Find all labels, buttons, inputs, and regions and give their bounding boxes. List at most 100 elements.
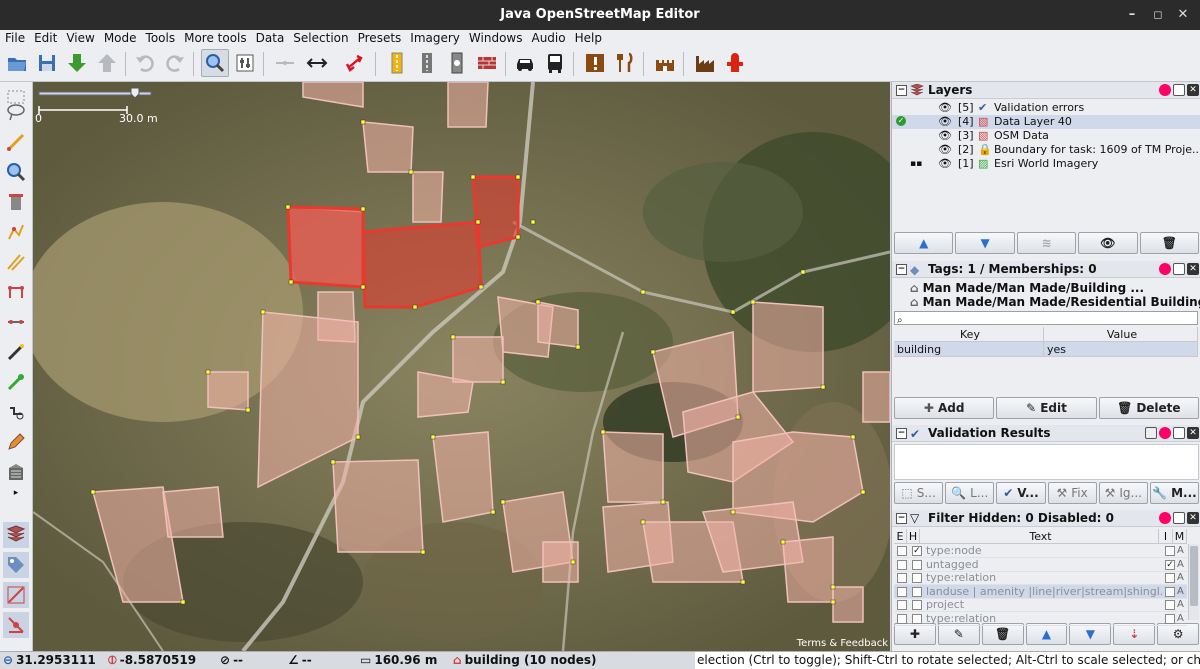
- add-tag-button[interactable]: ✚ Add: [894, 397, 995, 419]
- more-button[interactable]: 🔧 M...: [1149, 482, 1200, 504]
- invert-checkbox[interactable]: [1165, 600, 1176, 611]
- parallel-way-icon[interactable]: [3, 249, 29, 275]
- preset-restaurant-icon[interactable]: [611, 49, 639, 77]
- open-file-icon[interactable]: [3, 49, 31, 77]
- menu-view[interactable]: View: [61, 30, 98, 46]
- tag-search-input[interactable]: ⌕: [894, 311, 1198, 326]
- ignore-button[interactable]: ⚒ Ig...: [1098, 482, 1148, 504]
- preset-street-icon[interactable]: [383, 49, 411, 77]
- menu-more-tools[interactable]: More tools: [179, 30, 251, 46]
- upload-icon[interactable]: [93, 49, 121, 77]
- preset-hazard-icon[interactable]: [581, 49, 609, 77]
- value-column-header[interactable]: Value: [1044, 327, 1198, 342]
- collapse-icon[interactable]: −: [896, 85, 907, 96]
- preset-bus-icon[interactable]: [541, 49, 569, 77]
- save-icon[interactable]: [33, 49, 61, 77]
- building-tool-icon[interactable]: [3, 459, 29, 485]
- panel-help-icon[interactable]: [1159, 84, 1171, 96]
- panel-undock-icon[interactable]: [1173, 263, 1185, 275]
- preset-track-icon[interactable]: [443, 49, 471, 77]
- visibility-eye-icon[interactable]: 👁: [938, 129, 952, 143]
- extrude-mode-icon[interactable]: [3, 279, 29, 305]
- menu-audio[interactable]: Audio: [526, 30, 569, 46]
- preset-link-residential[interactable]: ⌂ Man Made/Man Made/Residential Building …: [892, 295, 1200, 310]
- panel-help-icon[interactable]: [1159, 263, 1171, 275]
- preferences-icon[interactable]: [231, 49, 259, 77]
- panel-close-icon[interactable]: ✕: [1187, 84, 1199, 96]
- tag-value[interactable]: yes: [1044, 342, 1198, 357]
- edit-tag-button[interactable]: ✎ Edit: [996, 397, 1097, 419]
- move-up-button[interactable]: ▲: [894, 232, 954, 254]
- hide-checkbox[interactable]: [911, 614, 922, 624]
- filter-row[interactable]: untagged ✓ A: [894, 558, 1187, 572]
- validation-results-list[interactable]: [894, 444, 1199, 480]
- panel-close-icon[interactable]: ✕: [1187, 512, 1199, 524]
- validation-toggle-icon[interactable]: [3, 582, 29, 608]
- filter-scrollbar[interactable]: [1188, 544, 1199, 620]
- menu-tools[interactable]: Tools: [141, 30, 180, 46]
- filter-row[interactable]: type:relation A: [894, 571, 1187, 586]
- invert-checkbox[interactable]: [1165, 614, 1176, 624]
- enable-checkbox[interactable]: [897, 614, 907, 624]
- mode-value[interactable]: A: [1177, 612, 1187, 625]
- zoom-icon[interactable]: [201, 49, 229, 77]
- menu-windows[interactable]: Windows: [464, 30, 527, 46]
- filter-toggle-icon[interactable]: [3, 612, 29, 638]
- panel-help-icon[interactable]: [1159, 512, 1171, 524]
- col-text-header[interactable]: Text: [920, 529, 1159, 544]
- zoom-mode-icon[interactable]: [3, 159, 29, 185]
- delete-filter-button[interactable]: 🗑: [981, 623, 1024, 645]
- col-h-header[interactable]: H: [907, 529, 920, 544]
- edit-filter-button[interactable]: ✎: [937, 623, 980, 645]
- add-filter-button[interactable]: ✚: [894, 623, 936, 645]
- lookup-button[interactable]: 🔍 L...: [945, 482, 995, 504]
- delete-tag-button[interactable]: 🗑 Delete: [1098, 397, 1199, 419]
- key-column-header[interactable]: Key: [894, 327, 1044, 342]
- enable-checkbox[interactable]: [897, 559, 907, 570]
- invert-checkbox[interactable]: [1165, 573, 1176, 584]
- mode-value[interactable]: A: [1177, 585, 1187, 598]
- panel-help-icon[interactable]: [1159, 427, 1171, 439]
- menu-edit[interactable]: Edit: [29, 30, 61, 46]
- panel-close-icon[interactable]: ✕: [1187, 427, 1199, 439]
- enable-checkbox[interactable]: [897, 600, 907, 611]
- maximize-button[interactable]: ◻: [1148, 5, 1168, 25]
- hide-checkbox[interactable]: ✓: [911, 546, 922, 556]
- filter-row[interactable]: type:relation A: [894, 612, 1187, 626]
- preset-factory-icon[interactable]: [691, 49, 719, 77]
- preset-car-icon[interactable]: [511, 49, 539, 77]
- improve-way-icon[interactable]: [3, 219, 29, 245]
- mode-value[interactable]: A: [1177, 571, 1187, 584]
- layer-row-1[interactable]: ▪▪ 👁 [1] ▨ Esri World Imagery: [892, 157, 1200, 171]
- panel-close-icon[interactable]: ✕: [1187, 263, 1199, 275]
- enable-checkbox[interactable]: [897, 546, 907, 556]
- col-e-header[interactable]: E: [894, 529, 907, 544]
- menu-mode[interactable]: Mode: [99, 30, 141, 46]
- layer-row-4[interactable]: ✓ 👁 [4] ▧ Data Layer 40: [892, 115, 1200, 129]
- invert-checkbox[interactable]: ✓: [1165, 559, 1176, 570]
- combine-way-icon[interactable]: [271, 49, 299, 77]
- collapse-icon[interactable]: −: [896, 264, 907, 275]
- hide-checkbox[interactable]: [911, 559, 922, 570]
- menu-presets[interactable]: Presets: [353, 30, 406, 46]
- menu-file[interactable]: File: [0, 30, 29, 46]
- panel-settings-icon[interactable]: [1145, 427, 1157, 439]
- pencil-icon[interactable]: [3, 429, 29, 455]
- tag-key[interactable]: building: [894, 342, 1044, 357]
- move-filter-up-button[interactable]: ▲: [1025, 623, 1068, 645]
- redo-icon[interactable]: [161, 49, 189, 77]
- draw-line-icon[interactable]: [3, 129, 29, 155]
- collapse-icon[interactable]: −: [896, 428, 907, 439]
- invert-checkbox[interactable]: [1165, 586, 1176, 597]
- join-areas-icon[interactable]: [3, 369, 29, 395]
- invert-checkbox[interactable]: [1165, 546, 1176, 556]
- menu-selection[interactable]: Selection: [288, 30, 352, 46]
- undo-icon[interactable]: [131, 49, 159, 77]
- filter-row[interactable]: landuse | amenity |line|river|stream|shi…: [894, 584, 1187, 599]
- sort-filter-button[interactable]: ⇣: [1113, 623, 1156, 645]
- split-area-icon[interactable]: [3, 399, 29, 425]
- preset-road-icon[interactable]: [413, 49, 441, 77]
- magic-wand-icon[interactable]: [3, 339, 29, 365]
- terms-link[interactable]: Terms & Feedback: [797, 638, 888, 649]
- filter-row[interactable]: ✓ type:node A: [894, 544, 1187, 558]
